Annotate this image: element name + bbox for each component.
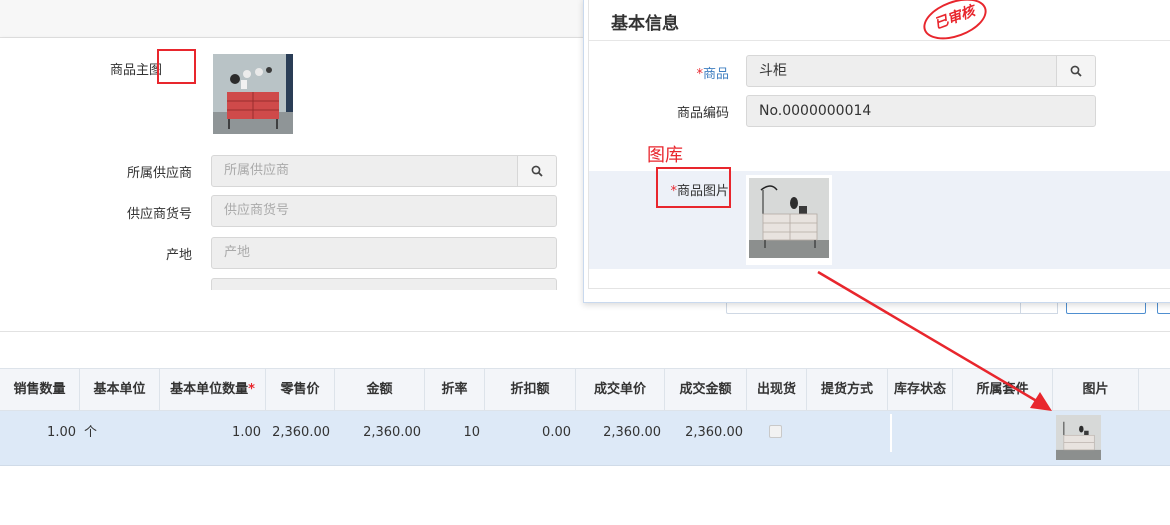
arrow-annotation [817,270,1052,411]
app-root: 商品主图 所属供应商 所属供应商 供应商货号 供应商货号 产地 产地 基本信息 … [0,0,1170,525]
